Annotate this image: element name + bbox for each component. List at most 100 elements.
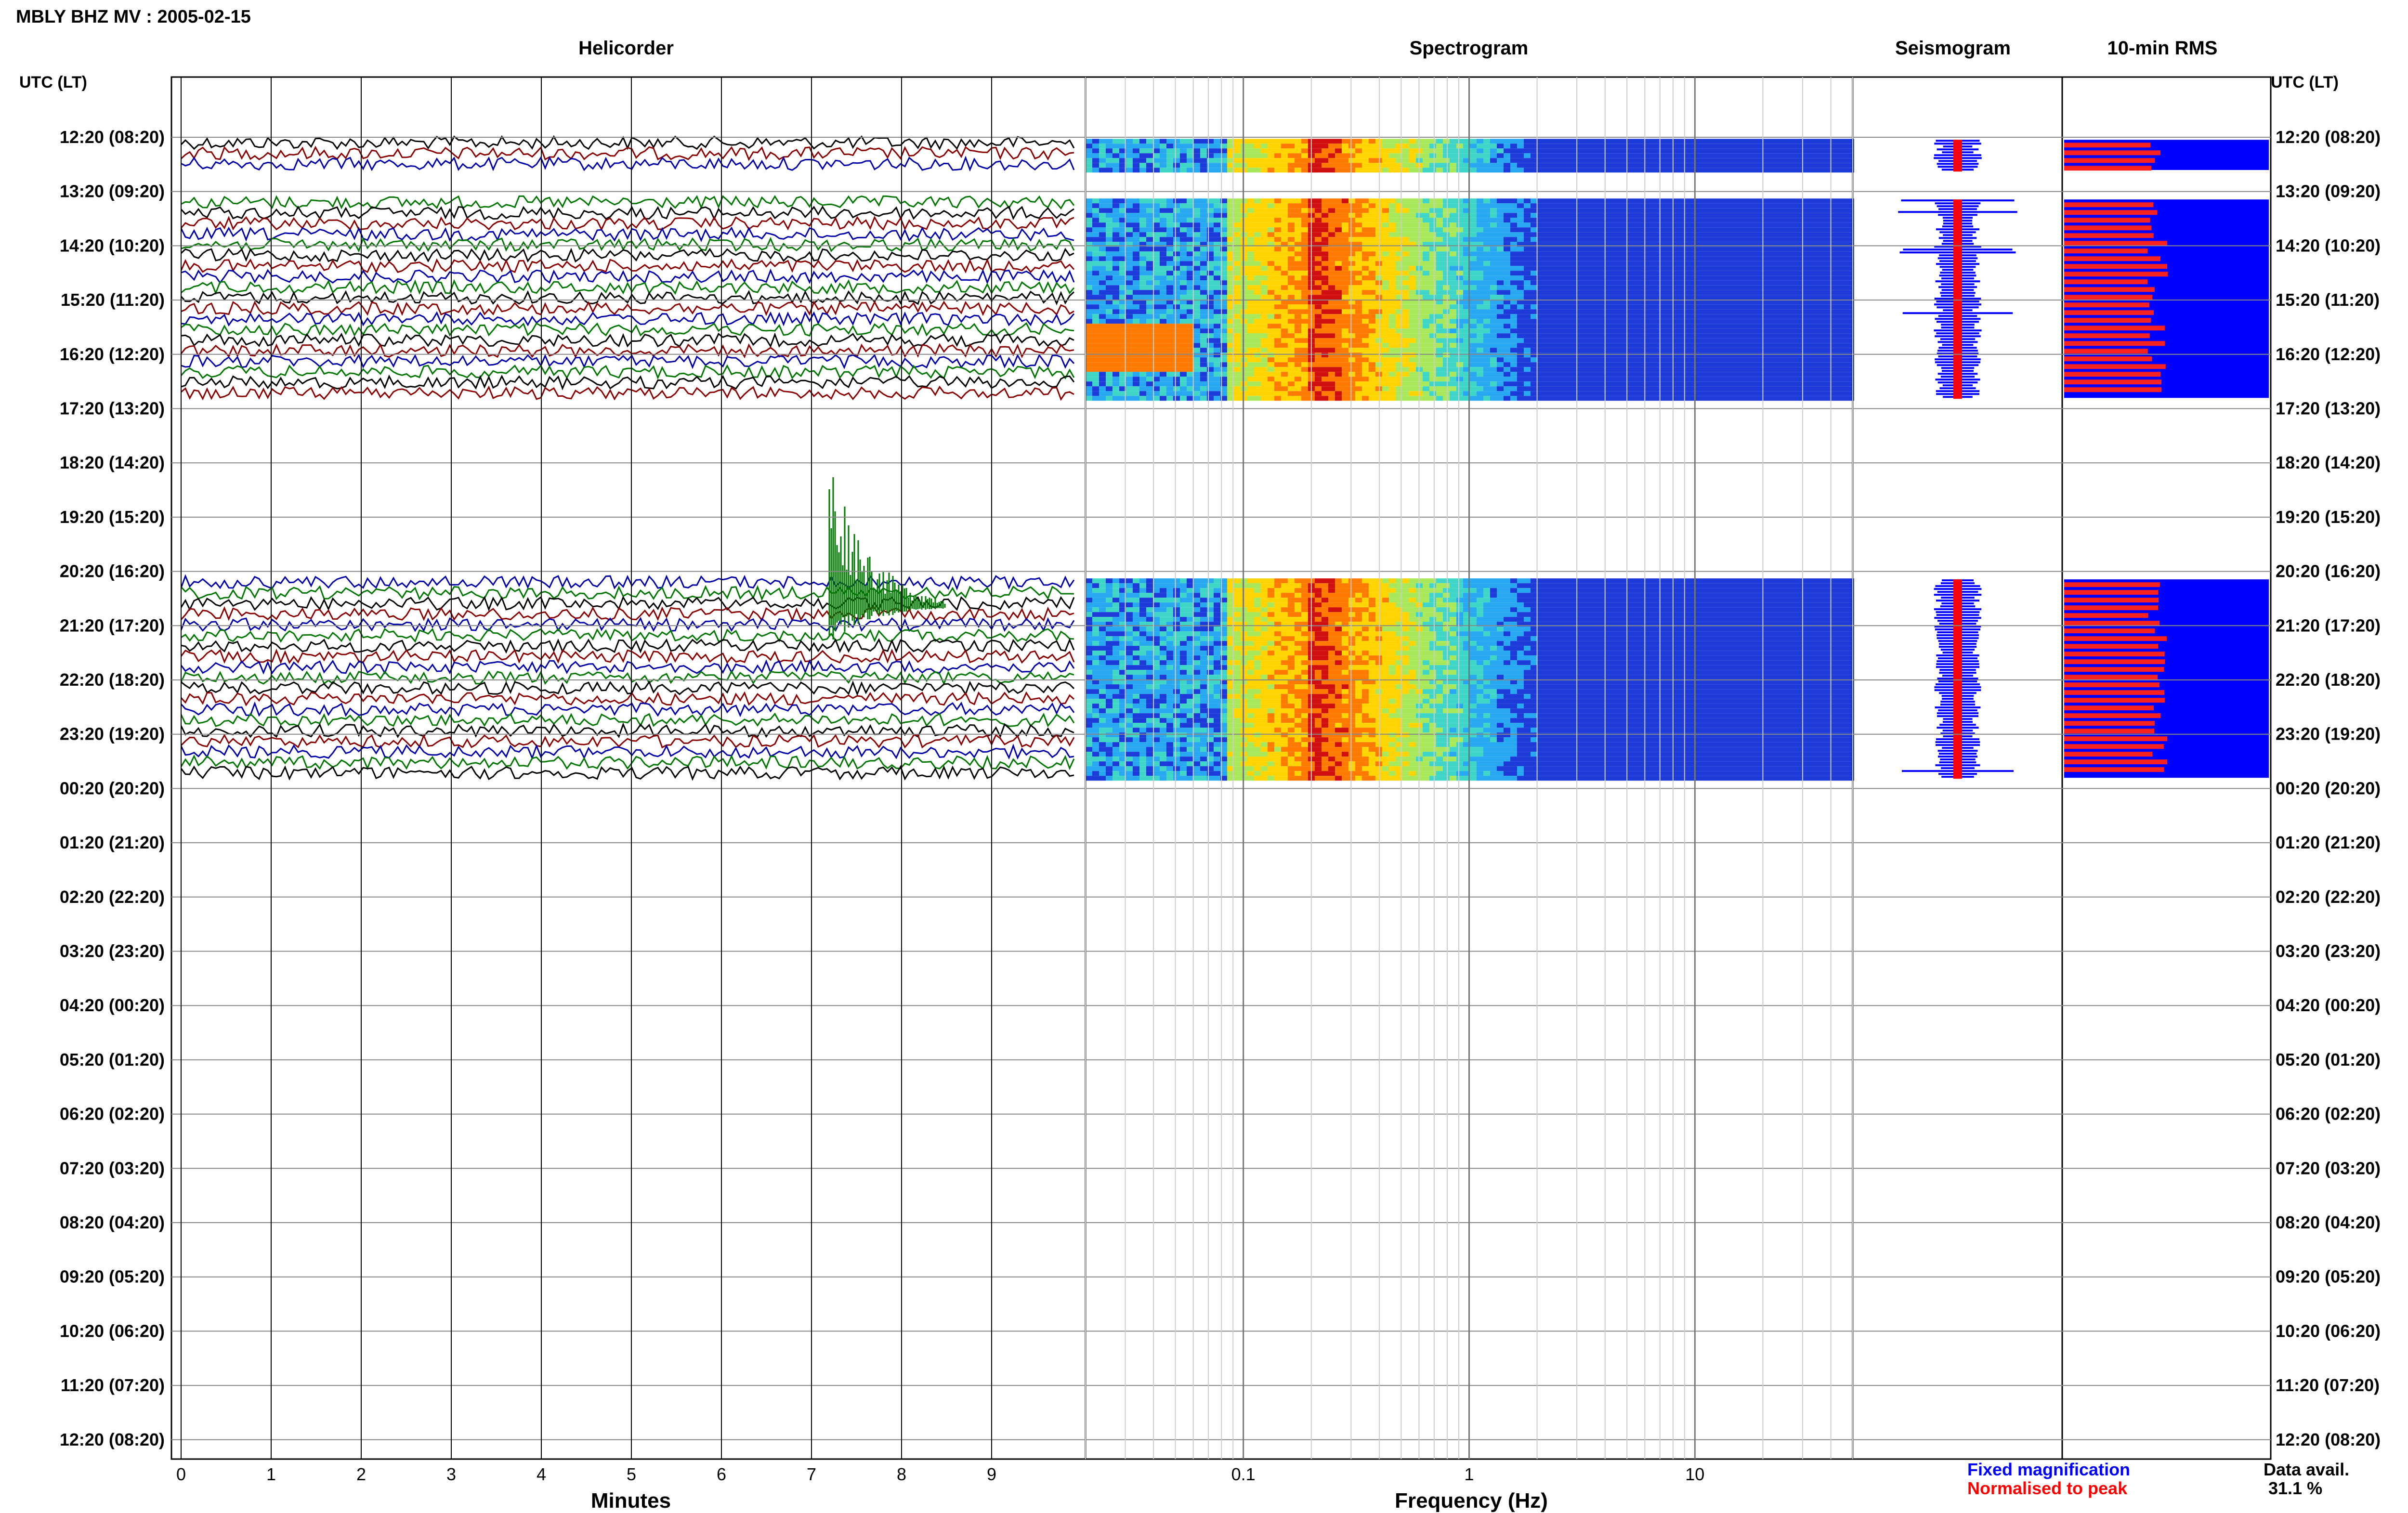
helicorder-trace [181, 714, 1074, 726]
frequency-tick-label: 0.1 [1231, 1464, 1256, 1484]
minute-tick-label: 5 [627, 1464, 636, 1484]
minute-tick-label: 1 [266, 1464, 276, 1484]
helicorder-trace [181, 207, 1074, 219]
helicorder-trace [181, 228, 1074, 240]
helicorder-trace [181, 323, 1074, 336]
helicorder-trace [181, 661, 1074, 673]
time-label-right: 19:20 (15:20) [2276, 507, 2381, 527]
helicorder-trace [181, 576, 1074, 588]
time-label-left: 04:20 (00:20) [60, 995, 165, 1015]
minute-tick-label: 3 [446, 1464, 456, 1484]
time-label-left: 15:20 (11:20) [61, 290, 165, 310]
legend-fixed-magnification: Fixed magnification [1967, 1460, 2130, 1480]
helicorder-trace [181, 249, 1074, 261]
helicorder-trace [181, 724, 1074, 737]
time-label-right: 22:20 (18:20) [2276, 670, 2381, 690]
time-label-right: 18:20 (14:20) [2276, 453, 2381, 472]
data-layer [181, 136, 2269, 781]
helicorder-trace [181, 270, 1074, 283]
time-label-right: 13:20 (09:20) [2276, 182, 2381, 201]
time-label-left: 10:20 (06:20) [60, 1321, 165, 1341]
time-label-right: 03:20 (23:20) [2276, 941, 2381, 961]
frequency-axis-label: Frequency (Hz) [1395, 1489, 1548, 1513]
time-header-right: UTC (LT) [2271, 73, 2339, 92]
time-label-left: 18:20 (14:20) [60, 453, 165, 472]
data-availability-value: 31.1 % [2268, 1478, 2322, 1499]
time-label-right: 09:20 (05:20) [2276, 1267, 2381, 1287]
minute-tick-label: 2 [356, 1464, 366, 1484]
minute-tick-label: 9 [987, 1464, 996, 1484]
time-label-left: 22:20 (18:20) [60, 670, 165, 690]
time-label-right: 01:20 (21:20) [2276, 833, 2381, 852]
helicorder-trace [181, 302, 1074, 314]
time-label-left: 05:20 (01:20) [60, 1050, 165, 1070]
data-availability-label: Data avail. [2264, 1460, 2349, 1480]
time-label-right: 20:20 (16:20) [2276, 561, 2381, 581]
time-label-right: 05:20 (01:20) [2276, 1050, 2381, 1070]
helicorder-trace [181, 217, 1074, 229]
time-label-right: 21:20 (17:20) [2276, 615, 2381, 635]
helicorder-trace [181, 157, 1074, 170]
time-label-right: 12:20 (08:20) [2276, 127, 2381, 147]
helicorder-trace [181, 292, 1074, 304]
seismogram-block [1934, 140, 1982, 171]
time-label-right: 06:20 (02:20) [2276, 1104, 2381, 1124]
time-label-left: 16:20 (12:20) [60, 344, 165, 364]
figure-title: MBLY BHZ MV : 2005-02-15 [16, 7, 251, 27]
helicorder-trace [181, 597, 1074, 610]
time-label-left: 00:20 (20:20) [60, 778, 165, 798]
minute-tick-label: 0 [176, 1464, 186, 1484]
helicorder-trace [181, 650, 1074, 663]
helicorder-trace [181, 629, 1074, 641]
frequency-tick-label: 1 [1464, 1464, 1474, 1484]
time-label-left: 01:20 (21:20) [60, 833, 165, 852]
time-label-right: 04:20 (00:20) [2276, 995, 2381, 1015]
time-label-left: 08:20 (04:20) [60, 1213, 165, 1232]
time-label-left: 12:20 (08:20) [60, 127, 165, 147]
minute-tick-label: 4 [537, 1464, 546, 1484]
helicorder-trace [181, 692, 1074, 705]
minute-tick-label: 6 [717, 1464, 726, 1484]
time-label-right: 00:20 (20:20) [2276, 778, 2381, 798]
legend-normalised-to-peak: Normalised to peak [1967, 1478, 2127, 1499]
time-label-left: 12:20 (08:20) [60, 1430, 165, 1449]
helicorder-title: Helicorder [578, 38, 674, 59]
rms-title: 10-min RMS [2107, 38, 2218, 59]
helicorder-trace [181, 735, 1074, 747]
helicorder-trace [181, 618, 1074, 631]
time-header-left: UTC (LT) [19, 73, 87, 92]
time-label-right: 15:20 (11:20) [2276, 290, 2380, 310]
rms-block [2064, 199, 2269, 398]
time-label-left: 03:20 (23:20) [60, 941, 165, 961]
rms-block [2064, 579, 2269, 778]
helicorder-trace [181, 608, 1074, 620]
minutes-axis-label: Minutes [591, 1489, 671, 1513]
rms-block [2064, 140, 2269, 170]
helicorder-event-burst [829, 477, 945, 639]
helicorder-trace [181, 387, 1074, 400]
helicorder-trace [181, 313, 1074, 325]
frequency-tick-label: 10 [1685, 1464, 1704, 1484]
time-label-left: 14:20 (10:20) [60, 235, 165, 255]
minute-tick-label: 7 [807, 1464, 816, 1484]
time-label-left: 13:20 (09:20) [60, 182, 165, 201]
time-label-right: 08:20 (04:20) [2276, 1213, 2381, 1232]
time-label-right: 02:20 (22:20) [2276, 887, 2381, 907]
helicorder-trace [181, 196, 1074, 208]
helicorder-trace [181, 260, 1074, 272]
helicorder-figure: 12:20 (08:20) 12:20 (08:20) 13:20 (09:20) 1… [0, 0, 2408, 1512]
seismogram-block [1902, 579, 2014, 779]
time-label-left: 23:20 (19:20) [60, 724, 165, 744]
time-label-left: 02:20 (22:20) [60, 887, 165, 907]
helicorder-trace [181, 587, 1074, 599]
time-label-left: 20:20 (16:20) [60, 561, 165, 581]
time-label-left: 19:20 (15:20) [60, 507, 165, 527]
time-label-left: 06:20 (02:20) [60, 1104, 165, 1124]
time-label-left: 21:20 (17:20) [60, 615, 165, 635]
time-label-left: 17:20 (13:20) [60, 399, 165, 418]
time-label-left: 07:20 (03:20) [60, 1158, 165, 1178]
helicorder-trace [181, 745, 1074, 758]
minute-tick-label: 8 [897, 1464, 906, 1484]
time-label-right: 10:20 (06:20) [2276, 1321, 2381, 1341]
time-label-right: 07:20 (03:20) [2276, 1158, 2381, 1178]
